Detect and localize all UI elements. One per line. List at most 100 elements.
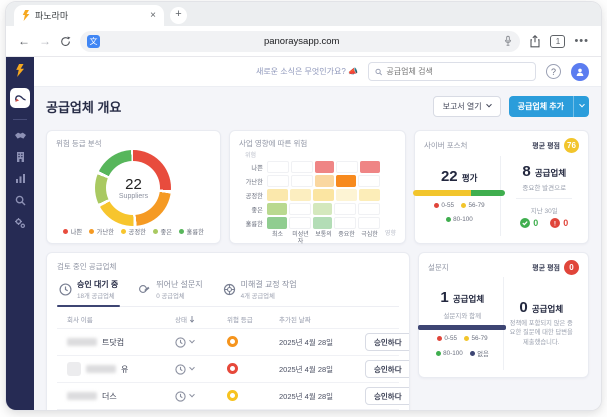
tab-close-icon[interactable]: × bbox=[150, 10, 156, 21]
heatmap-cell bbox=[313, 189, 334, 201]
legend-dot bbox=[464, 336, 469, 341]
legend-dot bbox=[461, 203, 466, 208]
heatmap-cell bbox=[291, 175, 313, 187]
company-name: 더스 bbox=[57, 391, 175, 402]
avatar[interactable] bbox=[571, 63, 589, 81]
table-row[interactable]: 2025년 4월 28일 승인하다 bbox=[57, 409, 399, 410]
heatmap-cell bbox=[315, 175, 335, 187]
unscoped-suppliers: 0 공급업체 bbox=[519, 300, 563, 315]
table-row[interactable]: 유 2025년 4월 28일 승인하다 bbox=[57, 355, 399, 382]
forward-icon[interactable]: → bbox=[39, 35, 51, 47]
table-row[interactable]: 더스 2025년 4월 28일 승인하다 bbox=[57, 382, 399, 409]
sidebar-item-search-icon[interactable] bbox=[15, 195, 26, 206]
legend-dot bbox=[437, 336, 442, 341]
col-date: 추가된 날짜 bbox=[279, 314, 365, 324]
risk-badge bbox=[227, 336, 279, 349]
status-cell[interactable] bbox=[175, 364, 227, 375]
impact-risk-card: 사업 영향에 따른 위험 위험나쁜가난한공정한좋은훌륭한최소미성년자보통의중요한… bbox=[229, 130, 406, 244]
risk-badge bbox=[227, 390, 279, 403]
heatmap-row: 가난한 bbox=[239, 175, 380, 187]
tab-item[interactable]: 미해결 교정 작업4개 공급업체 bbox=[221, 277, 299, 306]
heatmap-col-label: 극심한 bbox=[359, 232, 380, 246]
heatmap-row-label: 훌륭한 bbox=[239, 219, 265, 228]
whats-new-link[interactable]: 새로운 소식은 무엇인가요? 📣 bbox=[256, 66, 358, 77]
bar-segment bbox=[471, 190, 505, 196]
company-name: 유 bbox=[57, 362, 175, 376]
date-added: 2025년 4월 28일 bbox=[279, 391, 365, 402]
sidebar-item-handshake-icon[interactable] bbox=[14, 131, 27, 140]
legend-dot bbox=[89, 229, 94, 234]
clock-icon bbox=[175, 364, 186, 375]
company-name: 트닷컴 bbox=[57, 337, 175, 348]
translate-icon[interactable]: 文 bbox=[87, 35, 100, 48]
browser-menu-icon[interactable]: ••• bbox=[574, 35, 589, 47]
heatmap-cell bbox=[291, 161, 313, 173]
share-icon[interactable] bbox=[529, 35, 541, 48]
url-bar[interactable]: 文 panoraysapp.com bbox=[80, 31, 520, 52]
impact-heatmap: 위험나쁜가난한공정한좋은훌륭한최소미성년자보통의중요한극심한영향 bbox=[239, 149, 396, 246]
sidebar-item-building-icon[interactable] bbox=[15, 151, 26, 162]
average-rating-badge: 0 bbox=[564, 260, 579, 275]
app-topbar: 새로운 소식은 무엇인가요? 📣 ? bbox=[34, 57, 601, 87]
table-row[interactable]: 트닷컴 2025년 4월 28일 승인하다 bbox=[57, 328, 399, 355]
help-button[interactable]: ? bbox=[546, 64, 561, 79]
col-status[interactable]: 상태 bbox=[175, 314, 227, 324]
add-supplier-button[interactable]: 공급업체 추가 bbox=[509, 96, 589, 117]
browser-toolbar: ← → 文 panoraysapp.com 1 ••• bbox=[6, 26, 601, 57]
col-risk: 위험 등급 bbox=[227, 314, 279, 324]
legend-dot bbox=[121, 229, 126, 234]
legend-item: 가난한 bbox=[89, 227, 114, 236]
questionnaire-suppliers: 1 공급업체 bbox=[440, 290, 484, 305]
search-input[interactable] bbox=[386, 67, 529, 76]
heatmap-row-label: 가난한 bbox=[239, 177, 265, 186]
findings-suppliers: 8 공급업체 bbox=[522, 164, 566, 179]
back-icon[interactable]: ← bbox=[18, 35, 30, 47]
new-tab-button[interactable]: + bbox=[170, 7, 187, 24]
heatmap-cell bbox=[358, 203, 380, 215]
heatmap-cell bbox=[334, 203, 356, 215]
tab-item[interactable]: 뛰어난 설문지0 공급업체 bbox=[136, 277, 204, 306]
open-report-button[interactable]: 보고서 열기 bbox=[433, 96, 501, 117]
sidebar bbox=[6, 57, 34, 410]
sidebar-item-settings-icon[interactable] bbox=[14, 217, 26, 229]
status-cell[interactable] bbox=[175, 391, 227, 402]
sidebar-item-analytics-icon[interactable] bbox=[15, 173, 26, 184]
date-added: 2025년 4월 28일 bbox=[279, 364, 365, 375]
legend-item: 80-100 bbox=[436, 349, 463, 358]
tab-count-button[interactable]: 1 bbox=[550, 35, 565, 48]
cyber-posture-card: 사이버 포스처 평균 평점 76 22 평가 0-5556-7980-100 bbox=[414, 130, 589, 244]
reload-icon[interactable] bbox=[60, 36, 71, 47]
approve-button[interactable]: 승인하다 bbox=[365, 360, 410, 378]
supplier-search[interactable] bbox=[368, 62, 536, 81]
mic-icon[interactable] bbox=[503, 35, 513, 47]
questionnaire-bar-chart bbox=[418, 325, 506, 330]
donut-label: Suppliers bbox=[119, 193, 148, 200]
clock-icon bbox=[59, 283, 72, 296]
questionnaire-card: 설문지 평균 평점 0 1 공급업체 설문지와 함께 0-555 bbox=[418, 252, 589, 378]
add-supplier-caret[interactable] bbox=[573, 96, 589, 117]
url-text: panoraysapp.com bbox=[106, 36, 497, 47]
heatmap-cell bbox=[334, 217, 356, 229]
legend-dot bbox=[153, 229, 158, 234]
legend-item: 없음 bbox=[470, 349, 489, 358]
sidebar-item-overview[interactable] bbox=[10, 88, 30, 108]
status-cell[interactable] bbox=[175, 337, 227, 348]
approve-button[interactable]: 승인하다 bbox=[365, 387, 410, 405]
search-icon bbox=[375, 68, 382, 76]
browser-tab[interactable]: 파노라마 × bbox=[14, 5, 164, 26]
heatmap-cell bbox=[358, 217, 380, 229]
sort-down-icon bbox=[189, 316, 195, 323]
card-title: 설문지 bbox=[428, 262, 449, 273]
alert-counter: ! 0 bbox=[550, 218, 568, 228]
approve-button[interactable]: 승인하다 bbox=[365, 333, 410, 351]
tab-active[interactable]: 승인 대기 중18개 공급업체 bbox=[57, 277, 120, 306]
questionnaire-sub: 설문지와 함께 bbox=[443, 310, 481, 320]
redacted-text bbox=[67, 338, 97, 346]
legend-dot bbox=[434, 203, 439, 208]
heatmap-col-label: 중요한 bbox=[336, 232, 357, 246]
review-tabs: 승인 대기 중18개 공급업체 뛰어난 설문지0 공급업체 미해결 교정 작업4… bbox=[57, 277, 399, 307]
lifebuoy-icon bbox=[223, 283, 236, 296]
heatmap-x-axis-label: 영향 bbox=[385, 228, 396, 237]
heatmap-col-label: 최소 bbox=[267, 232, 288, 246]
average-rating: 평균 평점 76 bbox=[532, 138, 579, 153]
